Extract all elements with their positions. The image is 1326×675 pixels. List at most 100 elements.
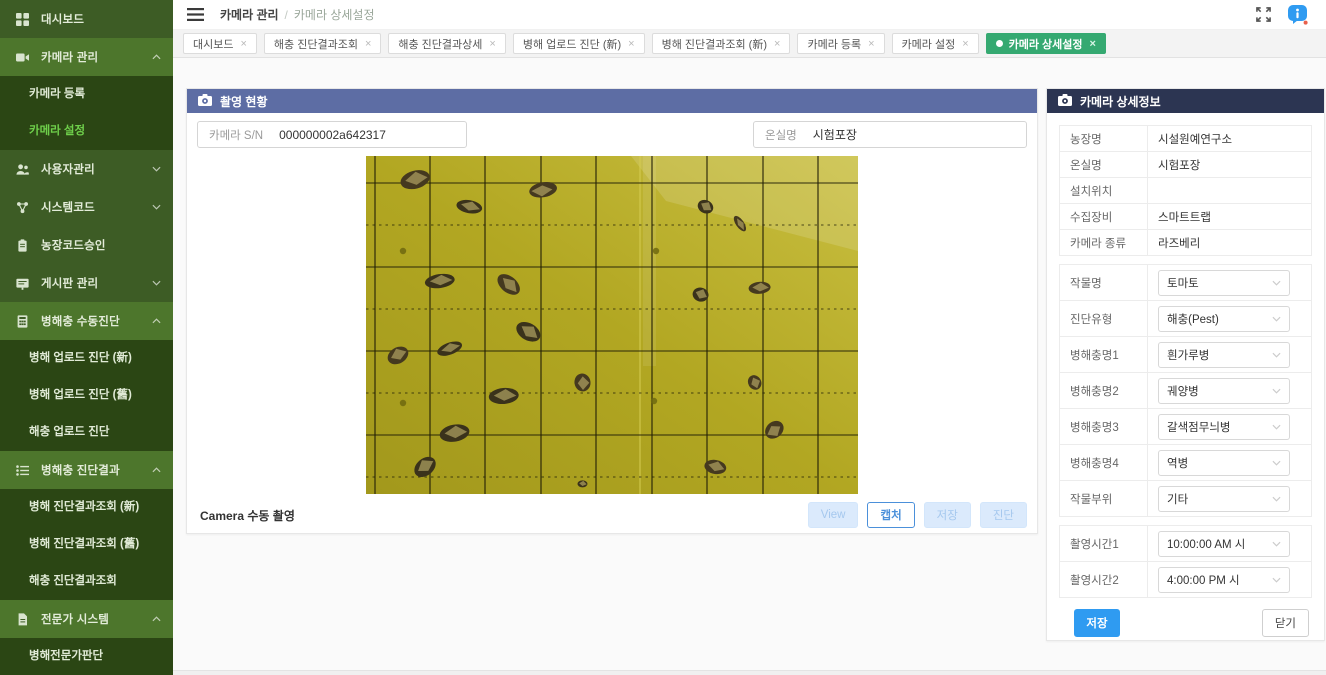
sidebar-item-8[interactable]: 전문가 시스템 xyxy=(0,600,173,638)
tab-5[interactable]: 카메라 등록× xyxy=(797,33,884,54)
close-button[interactable]: 닫기 xyxy=(1262,609,1309,637)
sidebar-subitem[interactable]: 카메라 등록 xyxy=(0,76,173,113)
sidebar-subitem[interactable]: 해충 진단결과조회 xyxy=(0,563,173,600)
select-진단유형[interactable]: 해충(Pest) xyxy=(1158,306,1290,332)
camera-sn-label: 카메라 S/N xyxy=(198,127,273,143)
sidebar-subitem[interactable]: 병해 업로드 진단 (新) xyxy=(0,340,173,377)
row-value: 시험포장 xyxy=(1148,152,1312,178)
sidebar-item-label: 대시보드 xyxy=(41,11,161,27)
capture-footer: Camera 수동 촬영 View 캡처 저장 진단 xyxy=(197,502,1027,528)
sidebar-item-6[interactable]: 병해충 수동진단 xyxy=(0,302,173,340)
navbar-actions xyxy=(1256,4,1308,25)
close-icon[interactable]: × xyxy=(962,38,968,50)
top-navbar: 카메라 관리 / 카메라 상세설정 xyxy=(173,0,1326,30)
sidebar-item-2[interactable]: 사용자관리 xyxy=(0,150,173,188)
tab-1[interactable]: 해충 진단결과조회× xyxy=(264,33,381,54)
detail-footer: 저장 닫기 xyxy=(1059,609,1312,637)
capture-button-3[interactable]: 진단 xyxy=(980,502,1027,528)
fullscreen-icon[interactable] xyxy=(1256,7,1271,22)
camera-sn-value[interactable]: 000000002a642317 xyxy=(273,128,466,142)
tab-7[interactable]: 카메라 상세설정 × xyxy=(986,33,1106,54)
capture-panel-body: 카메라 S/N 000000002a642317 온실명 시험포장 Camera… xyxy=(187,113,1037,528)
sidebar-item-label: 병해충 수동진단 xyxy=(41,313,152,329)
save-button[interactable]: 저장 xyxy=(1074,609,1120,637)
select-촬영시간1[interactable]: 10:00:00 AM 시 xyxy=(1158,531,1290,557)
breadcrumb-section[interactable]: 카메라 관리 xyxy=(220,6,279,23)
menu-icon[interactable] xyxy=(187,8,204,21)
table-row: 촬영시간24:00:00 PM 시 xyxy=(1060,562,1312,598)
select-병해충명4[interactable]: 역병 xyxy=(1158,450,1290,476)
select-작물명[interactable]: 토마토 xyxy=(1158,270,1290,296)
sidebar-item-label: 농장코드승인 xyxy=(41,237,161,253)
dashboard-icon xyxy=(15,12,29,26)
close-icon[interactable]: × xyxy=(1090,38,1096,50)
tab-6[interactable]: 카메라 설정× xyxy=(892,33,979,54)
sidebar-menu: 대시보드카메라 관리카메라 등록카메라 설정사용자관리시스템코드농장코드승인게시… xyxy=(0,0,173,675)
tab-3[interactable]: 병해 업로드 진단 (新)× xyxy=(513,33,645,54)
sidebar-subitem[interactable]: 병해 업로드 진단 (舊) xyxy=(0,377,173,414)
sidebar-item-3[interactable]: 시스템코드 xyxy=(0,188,173,226)
capture-button-0[interactable]: View xyxy=(808,502,859,528)
sidebar: 대시보드카메라 관리카메라 등록카메라 설정사용자관리시스템코드농장코드승인게시… xyxy=(0,0,173,675)
tab-0[interactable]: 대시보드× xyxy=(183,33,257,54)
sidebar-submenu: 병해 진단결과조회 (新)병해 진단결과조회 (舊)해충 진단결과조회 xyxy=(0,489,173,600)
table-row: 병해충명1 흰가루병 xyxy=(1060,337,1312,373)
chat-info-icon[interactable] xyxy=(1287,4,1308,25)
close-icon[interactable]: × xyxy=(240,38,246,50)
sidebar-submenu: 병해전문가판단 xyxy=(0,638,173,675)
insect-19 xyxy=(577,480,587,487)
close-icon[interactable]: × xyxy=(628,38,634,50)
detail-panel-body: 농장명시설원예연구소온실명시험포장설치위치수집장비스마트트랩카메라 종류라즈베리… xyxy=(1047,113,1324,637)
select-value: 토마토 xyxy=(1167,275,1199,291)
greenhouse-value[interactable]: 시험포장 xyxy=(807,126,1026,143)
row-label: 농장명 xyxy=(1060,126,1148,152)
close-icon[interactable]: × xyxy=(489,38,495,50)
sidebar-item-5[interactable]: 게시판 관리 xyxy=(0,264,173,302)
sidebar-item-label: 카메라 관리 xyxy=(41,49,152,65)
sidebar-subitem[interactable]: 카메라 설정 xyxy=(0,113,173,150)
row-label: 카메라 종류 xyxy=(1060,230,1148,256)
sidebar-item-1[interactable]: 카메라 관리 xyxy=(0,38,173,76)
greenhouse-field[interactable]: 온실명 시험포장 xyxy=(753,121,1027,148)
select-병해충명1[interactable]: 흰가루병 xyxy=(1158,342,1290,368)
sticky-trap-photo xyxy=(366,156,858,494)
select-병해충명3[interactable]: 갈색점무늬병 xyxy=(1158,414,1290,440)
sidebar-subitem[interactable]: 병해 진단결과조회 (新) xyxy=(0,489,173,526)
table-row: 진단유형해충(Pest) xyxy=(1060,301,1312,337)
tab-4[interactable]: 병해 진단결과조회 (新)× xyxy=(652,33,791,54)
tab-label: 카메라 상세설정 xyxy=(1009,36,1083,52)
row-value: 시설원예연구소 xyxy=(1148,126,1312,152)
sidebar-item-0[interactable]: 대시보드 xyxy=(0,0,173,38)
sidebar-item-7[interactable]: 병해충 진단결과 xyxy=(0,451,173,489)
sidebar-subitem[interactable]: 병해 진단결과조회 (舊) xyxy=(0,526,173,563)
row-label: 병해충명2 xyxy=(1060,373,1148,409)
chevron-down-icon xyxy=(1272,496,1281,502)
row-label: 설치위치 xyxy=(1060,178,1148,204)
table-row: 온실명시험포장 xyxy=(1060,152,1312,178)
manual-capture-label: Camera 수동 촬영 xyxy=(200,507,295,524)
close-icon[interactable]: × xyxy=(868,38,874,50)
sidebar-item-label: 병해충 진단결과 xyxy=(41,462,152,478)
close-icon[interactable]: × xyxy=(365,38,371,50)
tab-bar: 대시보드× 해충 진단결과조회× 해충 진단결과상세× 병해 업로드 진단 (新)× 병… xyxy=(173,30,1326,58)
sidebar-subitem[interactable]: 해충 업로드 진단 xyxy=(0,414,173,451)
select-병해충명2[interactable]: 궤양병 xyxy=(1158,378,1290,404)
select-작물부위[interactable]: 기타 xyxy=(1158,486,1290,512)
sidebar-item-label: 사용자관리 xyxy=(41,161,152,177)
camera-sn-field[interactable]: 카메라 S/N 000000002a642317 xyxy=(197,121,467,148)
row-label: 병해충명1 xyxy=(1060,337,1148,373)
capture-buttons: View 캡처 저장 진단 xyxy=(808,502,1027,528)
chevron-up-icon xyxy=(152,616,161,622)
sidebar-item-4[interactable]: 농장코드승인 xyxy=(0,226,173,264)
capture-button-1[interactable]: 캡처 xyxy=(867,502,914,528)
tab-2[interactable]: 해충 진단결과상세× xyxy=(388,33,505,54)
row-value xyxy=(1148,178,1312,204)
chevron-down-icon xyxy=(1272,577,1281,583)
select-촬영시간2[interactable]: 4:00:00 PM 시 xyxy=(1158,567,1290,593)
sidebar-subitem[interactable]: 병해전문가판단 xyxy=(0,638,173,675)
capture-button-2[interactable]: 저장 xyxy=(924,502,971,528)
select-value: 4:00:00 PM 시 xyxy=(1167,572,1240,588)
close-icon[interactable]: × xyxy=(774,38,780,50)
board-icon xyxy=(15,276,29,290)
table-row: 설치위치 xyxy=(1060,178,1312,204)
